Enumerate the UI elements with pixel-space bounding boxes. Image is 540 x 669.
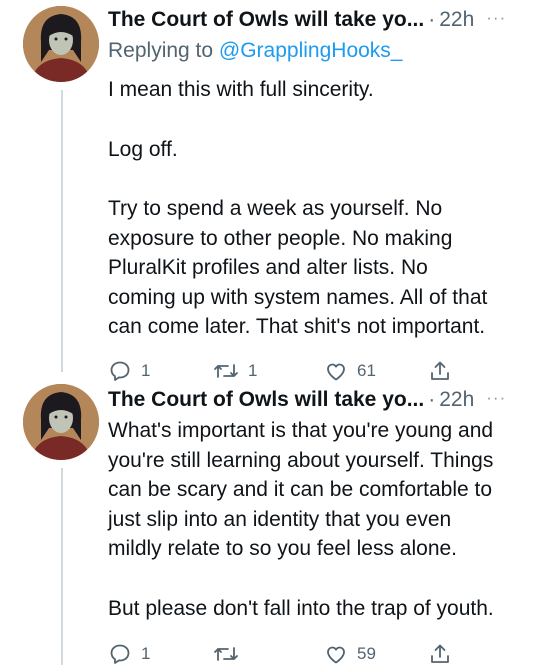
thread-line — [61, 468, 63, 665]
like-button[interactable]: 59 — [324, 642, 428, 666]
replying-to: Replying to @GrapplingHooks_ — [108, 37, 528, 65]
reply-icon — [110, 644, 130, 664]
like-count: 59 — [357, 644, 376, 663]
text-line: can be scary and it can be comfortable t… — [108, 478, 493, 501]
timestamp[interactable]: 22h — [439, 387, 474, 413]
retweet-button[interactable] — [213, 642, 324, 666]
tweet[interactable]: The Court of Owls will take yo... · 22h … — [108, 387, 528, 669]
time-separator: · — [428, 388, 436, 411]
avatar-image — [23, 6, 99, 82]
retweet-icon — [214, 647, 238, 661]
text-line: PluralKit profiles and alter lists. No — [108, 256, 428, 279]
text-line: Try to spend a week as yourself. No — [108, 197, 443, 220]
text-line: What's important is that you're young an… — [108, 419, 494, 442]
tweet-paragraph: Log off. — [108, 135, 528, 165]
text-line: can come later. That shit's not importan… — [108, 315, 486, 338]
more-icon[interactable]: ··· — [486, 5, 506, 31]
text-line: I mean this with full sincerity. — [108, 78, 374, 101]
share-icon — [431, 644, 449, 663]
time-separator: · — [428, 8, 436, 31]
tweet-header: The Court of Owls will take yo... · 22h … — [108, 387, 528, 414]
replying-to-handle-link[interactable]: @GrapplingHooks_ — [219, 39, 403, 62]
text-line: you're still learning about yourself. Th… — [108, 448, 494, 472]
timestamp[interactable]: 22h — [439, 7, 474, 33]
share-icon — [431, 361, 449, 380]
thread-line — [61, 90, 63, 372]
text-line: But please don't fall into the trap of y… — [108, 596, 494, 620]
like-icon — [327, 646, 345, 664]
avatar[interactable] — [23, 6, 99, 82]
tweet-paragraph: I mean this with full sincerity. — [108, 75, 528, 105]
replying-to-label: Replying to — [108, 39, 219, 62]
display-name[interactable]: The Court of Owls will take yo... — [108, 387, 424, 413]
retweet-button[interactable]: 1 — [213, 359, 324, 383]
tweet-paragraph: But please don't fall into the trap of y… — [108, 594, 528, 624]
reply-count: 1 — [141, 644, 151, 663]
more-icon[interactable]: ··· — [486, 385, 506, 411]
text-line: Log off. — [108, 137, 178, 161]
like-button[interactable]: 61 — [324, 359, 428, 383]
retweet-icon — [214, 363, 238, 378]
text-line: coming up with system names. All of that — [108, 285, 488, 309]
share-button[interactable] — [428, 642, 452, 666]
avatar-image — [23, 384, 99, 460]
share-button[interactable] — [428, 359, 452, 383]
tweet-actions: 1 1 61 — [108, 356, 528, 386]
tweet-header: The Court of Owls will take yo... · 22h … — [108, 7, 528, 34]
display-name[interactable]: The Court of Owls will take yo... — [108, 7, 424, 33]
tweet-text: What's important is that you're young an… — [108, 416, 528, 623]
text-line: mildly relate to so you feel less alone. — [108, 537, 458, 560]
tweet-paragraph: Try to spend a week as yourself. No expo… — [108, 194, 528, 342]
text-line: just slip into an identity that you even — [108, 507, 452, 531]
tweet-text: I mean this with full sincerity. Log off… — [108, 75, 528, 342]
reply-button[interactable]: 1 — [108, 642, 213, 666]
tweet-paragraph: What's important is that you're young an… — [108, 416, 528, 564]
like-count: 61 — [357, 360, 376, 380]
like-icon — [327, 363, 345, 380]
reply-count: 1 — [141, 360, 151, 380]
retweet-count: 1 — [248, 360, 258, 380]
tweet[interactable]: The Court of Owls will take yo... · 22h … — [108, 7, 528, 386]
reply-button[interactable]: 1 — [108, 359, 213, 383]
reply-icon — [110, 361, 130, 381]
text-line: exposure to other people. No making — [108, 226, 453, 250]
avatar[interactable] — [23, 384, 99, 460]
